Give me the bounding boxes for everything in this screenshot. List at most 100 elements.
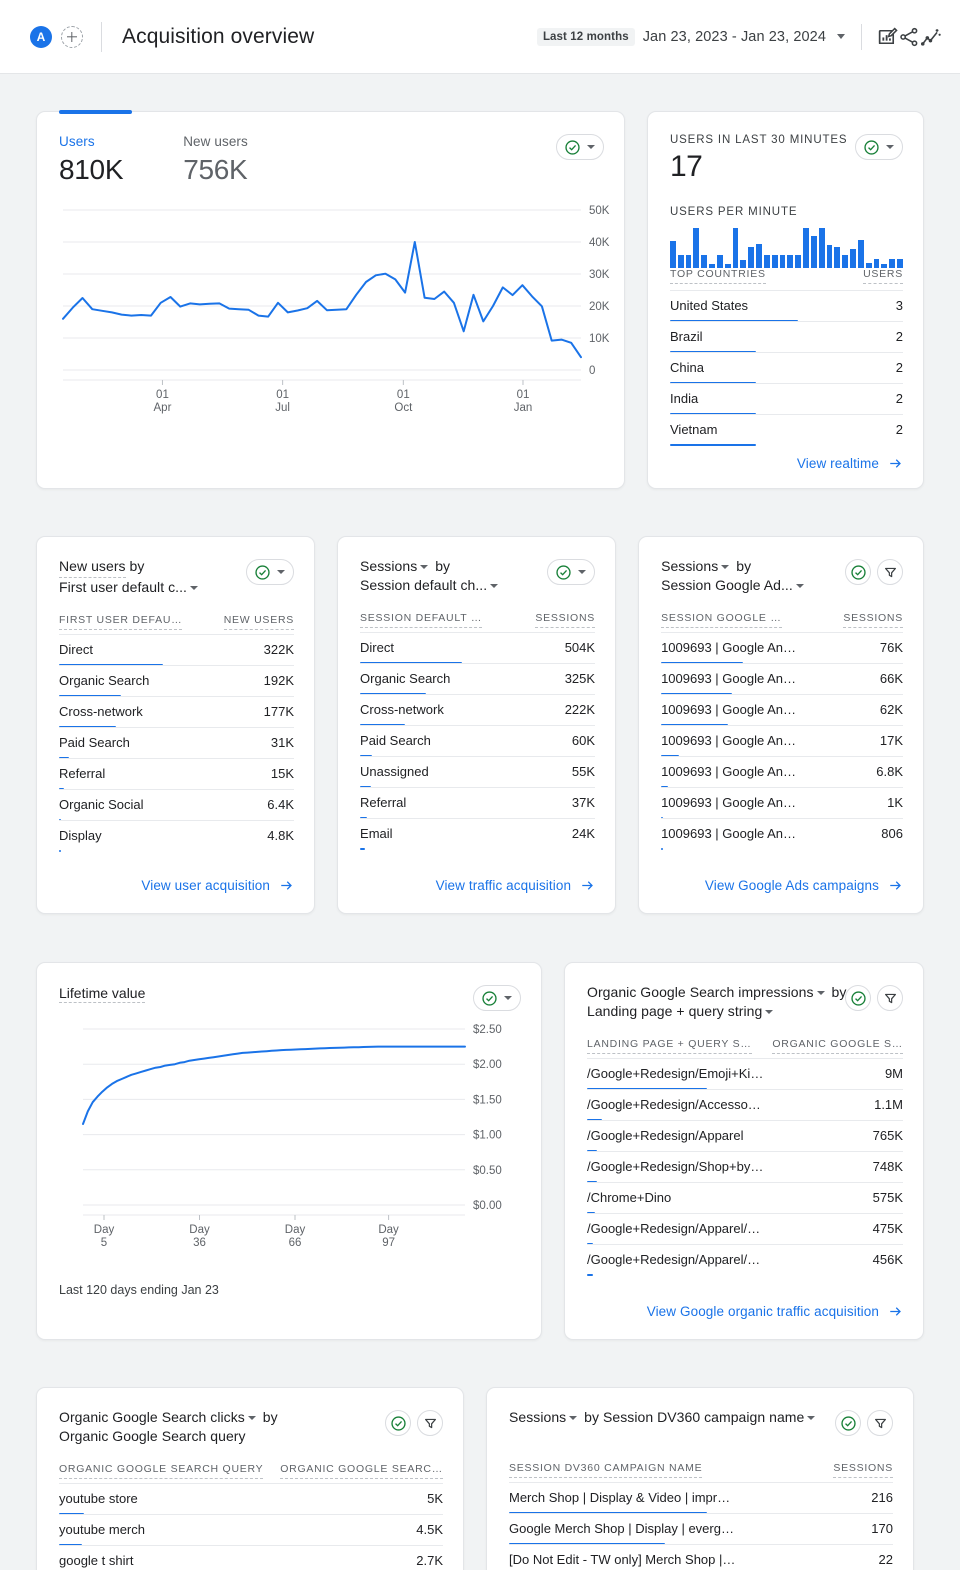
chevron-down-icon[interactable] <box>837 34 845 39</box>
table-row[interactable]: Referral 37K <box>360 787 596 819</box>
table-row[interactable]: 1009693 | Google An… 62K <box>661 694 903 726</box>
date-preset-chip[interactable]: Last 12 months <box>536 27 635 46</box>
filter-button[interactable] <box>867 1410 893 1436</box>
table-row[interactable]: Paid Search 60K <box>360 725 596 757</box>
column-header-metric[interactable]: SESSIONS <box>843 612 903 628</box>
table-row[interactable]: [Do Not Edit - TW only] Merch Shop |… 22 <box>509 1544 893 1570</box>
data-quality-pill[interactable] <box>556 134 604 160</box>
metric-selector[interactable]: Organic Google Search clicks <box>59 1409 245 1425</box>
table-row[interactable]: Google Merch Shop | Display | everg… 170 <box>509 1513 893 1545</box>
metric-selector[interactable]: Organic Google Search impressions <box>587 984 814 1000</box>
dimension-selector[interactable]: Landing page + query string <box>587 1003 762 1019</box>
data-quality-pill[interactable] <box>855 134 903 160</box>
column-header-dimension[interactable]: FIRST USER DEFAU… <box>59 614 183 630</box>
table-row[interactable]: 1009693 | Google An… 806 <box>661 818 903 850</box>
dimension-selector[interactable]: Session default ch... <box>360 577 487 593</box>
table-row[interactable]: google t shirt 2.7K <box>59 1545 443 1570</box>
chevron-down-icon[interactable] <box>569 1416 578 1420</box>
table-row[interactable]: Referral 15K <box>59 758 295 790</box>
column-header-metric[interactable]: NEW USERS <box>223 614 295 630</box>
column-header-dimension[interactable]: ORGANIC GOOGLE SEARCH QUERY <box>59 1463 264 1479</box>
column-header-dimension[interactable]: LANDING PAGE + QUERY S… <box>587 1038 752 1054</box>
table-row[interactable]: /Google+Redesign/Shop+by… 748K <box>587 1151 903 1183</box>
column-header-metric[interactable]: USERS <box>863 268 903 284</box>
table-row[interactable]: Email 24K <box>360 818 596 850</box>
dimension-selector[interactable]: First user default c... <box>59 579 187 595</box>
metric-selector[interactable]: Sessions <box>661 558 718 574</box>
table-row[interactable]: /Chrome+Dino 575K <box>587 1182 903 1214</box>
view-traffic-acquisition-link[interactable]: View traffic acquisition <box>436 878 595 893</box>
chevron-down-icon[interactable] <box>795 584 804 588</box>
column-header-dimension[interactable]: SESSION GOOGLE … <box>661 612 782 628</box>
avatar[interactable]: A <box>30 25 52 48</box>
table-row[interactable]: 1009693 | Google An… 76K <box>661 632 903 664</box>
dimension-selector[interactable]: Organic Google Search query <box>59 1428 246 1444</box>
column-header-metric[interactable]: SESSIONS <box>535 612 596 628</box>
metric-selector[interactable]: New users <box>59 557 126 578</box>
share-icon[interactable] <box>898 26 920 48</box>
metric-tab-users[interactable]: Users 810K <box>59 134 124 186</box>
data-quality-pill[interactable] <box>547 559 596 585</box>
date-range-text[interactable]: Jan 23, 2023 - Jan 23, 2024 <box>643 29 826 45</box>
view-user-acquisition-link[interactable]: View user acquisition <box>141 878 294 893</box>
table-row[interactable]: United States 3 <box>670 290 903 322</box>
table-row[interactable]: Direct 322K <box>59 634 295 666</box>
view-google-ads-campaigns-link[interactable]: View Google Ads campaigns <box>705 878 903 893</box>
data-quality-button[interactable] <box>835 1410 861 1436</box>
table-row[interactable]: Direct 504K <box>360 632 596 664</box>
column-header-dimension[interactable]: TOP COUNTRIES <box>670 268 766 284</box>
view-realtime-link[interactable]: View realtime <box>797 456 903 471</box>
filter-button[interactable] <box>417 1410 443 1436</box>
chevron-down-icon[interactable] <box>490 584 499 588</box>
table-row[interactable]: /Google+Redesign/Apparel/… 475K <box>587 1213 903 1245</box>
table-row[interactable]: Organic Search 325K <box>360 663 596 695</box>
table-row[interactable]: 1009693 | Google An… 17K <box>661 725 903 757</box>
chevron-down-icon[interactable] <box>420 565 429 569</box>
table-row[interactable]: Brazil 2 <box>670 321 903 353</box>
view-google-organic-traffic-link[interactable]: View Google organic traffic acquisition <box>647 1304 903 1319</box>
lifetime-value-label[interactable]: Lifetime value <box>59 985 146 1003</box>
edit-report-icon[interactable] <box>876 26 898 48</box>
chevron-down-icon[interactable] <box>765 1010 774 1014</box>
table-row[interactable]: Paid Search 31K <box>59 727 295 759</box>
table-row[interactable]: 1009693 | Google An… 6.8K <box>661 756 903 788</box>
dimension-selector[interactable]: Session Google Ad... <box>661 577 793 593</box>
filter-button[interactable] <box>877 559 903 585</box>
table-row[interactable]: 1009693 | Google An… 1K <box>661 787 903 819</box>
table-row[interactable]: Display 4.8K <box>59 820 295 852</box>
table-row[interactable]: 1009693 | Google An… 66K <box>661 663 903 695</box>
column-header-metric[interactable]: ORGANIC GOOGLE SEARC… <box>280 1463 443 1479</box>
table-row[interactable]: India 2 <box>670 383 903 415</box>
dimension-selector[interactable]: by Session DV360 campaign name <box>584 1409 804 1425</box>
column-header-dimension[interactable]: SESSION DEFAULT … <box>360 612 483 628</box>
table-row[interactable]: Unassigned 55K <box>360 756 596 788</box>
column-header-metric[interactable]: SESSIONS <box>833 1462 893 1478</box>
chevron-down-icon[interactable] <box>721 565 730 569</box>
table-row[interactable]: youtube merch 4.5K <box>59 1514 443 1546</box>
metric-tab-new-users[interactable]: New users 756K <box>183 134 248 186</box>
table-row[interactable]: /Google+Redesign/Emoji+Ki… 9M <box>587 1058 903 1090</box>
column-header-dimension[interactable]: SESSION DV360 CAMPAIGN NAME <box>509 1462 703 1478</box>
table-row[interactable]: /Google+Redesign/Accesso… 1.1M <box>587 1089 903 1121</box>
table-row[interactable]: /Google+Redesign/Apparel/… 456K <box>587 1244 903 1276</box>
data-quality-button[interactable] <box>385 1410 411 1436</box>
table-row[interactable]: Vietnam 2 <box>670 414 903 446</box>
data-quality-button[interactable] <box>845 559 871 585</box>
data-quality-pill[interactable] <box>473 985 521 1011</box>
chevron-down-icon[interactable] <box>189 586 198 590</box>
filter-button[interactable] <box>877 985 903 1011</box>
metric-selector[interactable]: Sessions <box>360 558 417 574</box>
column-header-metric[interactable]: ORGANIC GOOGLE S… <box>772 1038 903 1054</box>
table-row[interactable]: Organic Search 192K <box>59 665 295 697</box>
add-circle-icon[interactable] <box>61 25 83 48</box>
chevron-down-icon[interactable] <box>807 1416 816 1420</box>
table-row[interactable]: Cross-network 222K <box>360 694 596 726</box>
chevron-down-icon[interactable] <box>816 991 825 995</box>
table-row[interactable]: Merch Shop | Display & Video | impr… 216 <box>509 1482 893 1514</box>
metric-selector[interactable]: Sessions <box>509 1409 566 1425</box>
data-quality-button[interactable] <box>845 985 871 1011</box>
table-row[interactable]: Organic Social 6.4K <box>59 789 295 821</box>
table-row[interactable]: China 2 <box>670 352 903 384</box>
table-row[interactable]: youtube store 5K <box>59 1483 443 1515</box>
table-row[interactable]: Cross-network 177K <box>59 696 295 728</box>
